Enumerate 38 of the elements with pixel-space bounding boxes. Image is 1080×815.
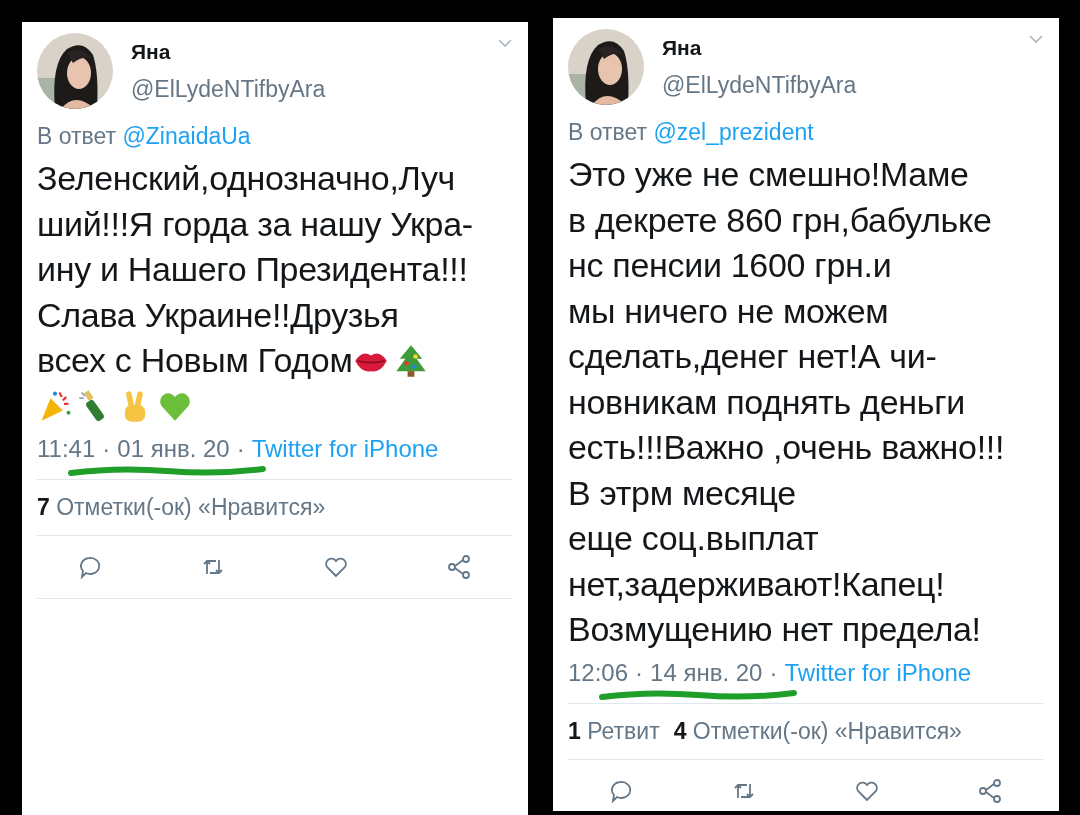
tweet-text-line: ину и Нашего Президента!!! [37,249,468,290]
tweet-source[interactable]: Twitter for iPhone [784,658,972,687]
tweet-text-line: в декрете 860 грн,бабульке [568,199,992,241]
stat-count[interactable]: 1 Ретвит [568,717,660,745]
tweet-source[interactable]: Twitter for iPhone [251,435,439,463]
user-name[interactable]: Яна [662,35,857,60]
user-handle[interactable]: @ElLydeNTifbyAra [662,71,857,99]
tweet-text-line: нет,задерживают!Капец! [568,563,945,605]
separator-dot: · [236,435,245,463]
stat-count[interactable]: 7 Отметки(-ок) «Нравится» [37,494,326,521]
tweet-text-line: Возмущению нет предела! [568,609,981,650]
separator-dot: · [102,435,111,463]
stat-count[interactable]: 4 Отметки(-ок) «Нравится» [673,717,962,745]
tweet-text-line: еще соц.выплат [568,518,819,559]
tweet-text-line: Это уже не смешно!Маме [568,154,969,195]
reply-context: В ответ @zel_prezident [568,119,815,146]
separator-dot: · [769,658,778,687]
tweet-date[interactable]: 01 янв. 20 [117,435,230,463]
user-handle[interactable]: @ElLydeNTifbyAra [131,75,326,103]
tweet-date[interactable]: 14 янв. 20 [650,658,763,687]
share-icon[interactable] [977,777,1003,804]
tweet-text-line: новникам поднять деньги [568,381,965,423]
tweet-text-line: всех с Новым Годом [37,340,353,381]
tweet-text-line: нс пенсии 1600 грн.и [568,245,892,286]
tweet-text-line: мы ничего не можем [568,290,889,332]
user-name[interactable]: Яна [131,39,326,64]
separator-dot: · [635,658,644,687]
tweet-text-line: сделать,денег нет!А чи- [568,336,937,377]
tweet-text-line: есть!!!Важно ,очень важно!!! [568,427,1005,468]
share-icon[interactable] [446,554,472,580]
tweet-time[interactable]: 12:06 [568,658,629,687]
reply-icon[interactable] [77,554,103,580]
tweet-text-line: В этрм месяце [568,472,796,514]
tweet-time[interactable]: 11:41 [37,435,96,463]
tweet-text-line: Слава Украине!!Друзья [37,294,399,336]
reply-context: В ответ @ZinaidaUa [37,123,252,150]
tweet-text-line: ший!!!Я горда за нашу Укра- [37,203,473,245]
tweet-text-line: Зеленский,однозначно,Луч [37,158,456,199]
